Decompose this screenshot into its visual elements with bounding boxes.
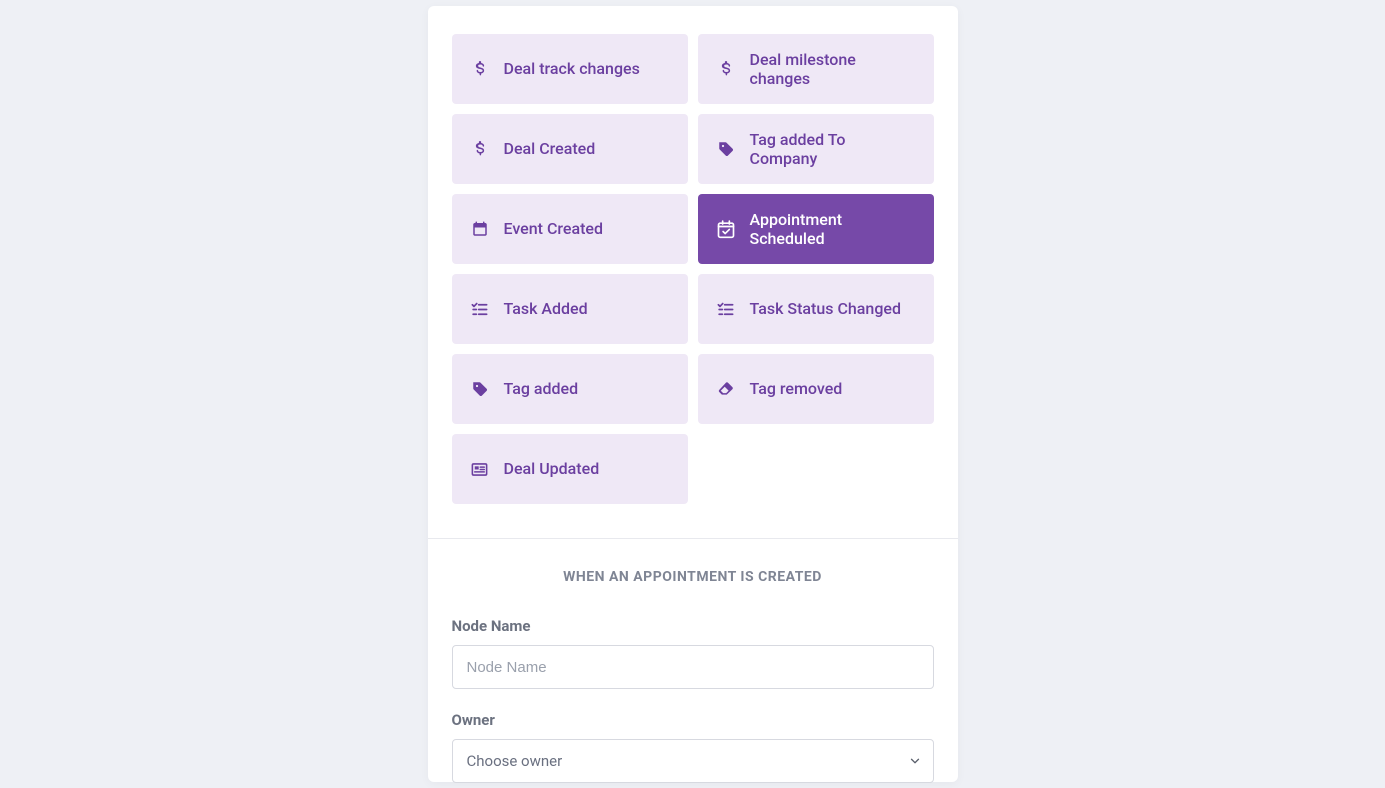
trigger-tile[interactable]: Task Status Changed bbox=[698, 274, 934, 344]
calendar-icon bbox=[470, 219, 490, 239]
section-heading: WHEN AN APPOINTMENT IS CREATED bbox=[452, 569, 934, 585]
trigger-tile[interactable]: Tag added bbox=[452, 354, 688, 424]
trigger-tile-label: Tag added To Company bbox=[750, 130, 916, 168]
calendar-check-icon bbox=[716, 219, 736, 239]
news-icon bbox=[470, 459, 490, 479]
trigger-tile[interactable]: Deal track changes bbox=[452, 34, 688, 104]
node-name-input[interactable] bbox=[452, 645, 934, 689]
tag-icon bbox=[716, 139, 736, 159]
eraser-icon bbox=[716, 379, 736, 399]
trigger-tile[interactable]: Task Added bbox=[452, 274, 688, 344]
trigger-tile-label: Tag added bbox=[504, 379, 579, 398]
trigger-tile[interactable]: Event Created bbox=[452, 194, 688, 264]
trigger-tile-label: Deal Created bbox=[504, 139, 596, 158]
trigger-tile-grid: Deal track changes Deal milestone changes… bbox=[452, 34, 934, 538]
owner-select-value: Choose owner bbox=[467, 752, 563, 770]
trigger-tile[interactable]: Deal Created bbox=[452, 114, 688, 184]
trigger-tile-label: Deal milestone changes bbox=[750, 50, 916, 88]
node-name-label: Node Name bbox=[452, 617, 934, 635]
dollar-icon bbox=[716, 59, 736, 79]
tag-icon bbox=[470, 379, 490, 399]
trigger-tile-label: Event Created bbox=[504, 219, 604, 238]
config-section: WHEN AN APPOINTMENT IS CREATED Node Name… bbox=[452, 539, 934, 783]
owner-label: Owner bbox=[452, 711, 934, 729]
trigger-tile-label: Tag removed bbox=[750, 379, 843, 398]
trigger-tile[interactable]: Deal Updated bbox=[452, 434, 688, 504]
owner-select[interactable]: Choose owner bbox=[452, 739, 934, 783]
trigger-tile-label: Deal Updated bbox=[504, 459, 600, 478]
task-list-icon bbox=[470, 299, 490, 319]
trigger-tile-label: Task Added bbox=[504, 299, 588, 318]
trigger-tile-label: Task Status Changed bbox=[750, 299, 902, 318]
node-name-field: Node Name bbox=[452, 617, 934, 689]
trigger-tile-label: Appointment Scheduled bbox=[750, 210, 916, 248]
trigger-tile[interactable]: Tag removed bbox=[698, 354, 934, 424]
dollar-icon bbox=[470, 139, 490, 159]
config-card: Deal track changes Deal milestone changes… bbox=[428, 6, 958, 782]
task-list-icon bbox=[716, 299, 736, 319]
trigger-tile[interactable]: Tag added To Company bbox=[698, 114, 934, 184]
dollar-icon bbox=[470, 59, 490, 79]
owner-select-wrap: Choose owner bbox=[452, 739, 934, 783]
trigger-tile-label: Deal track changes bbox=[504, 59, 640, 78]
owner-field: Owner Choose owner bbox=[452, 711, 934, 783]
trigger-tile[interactable]: Deal milestone changes bbox=[698, 34, 934, 104]
trigger-tile[interactable]: Appointment Scheduled bbox=[698, 194, 934, 264]
